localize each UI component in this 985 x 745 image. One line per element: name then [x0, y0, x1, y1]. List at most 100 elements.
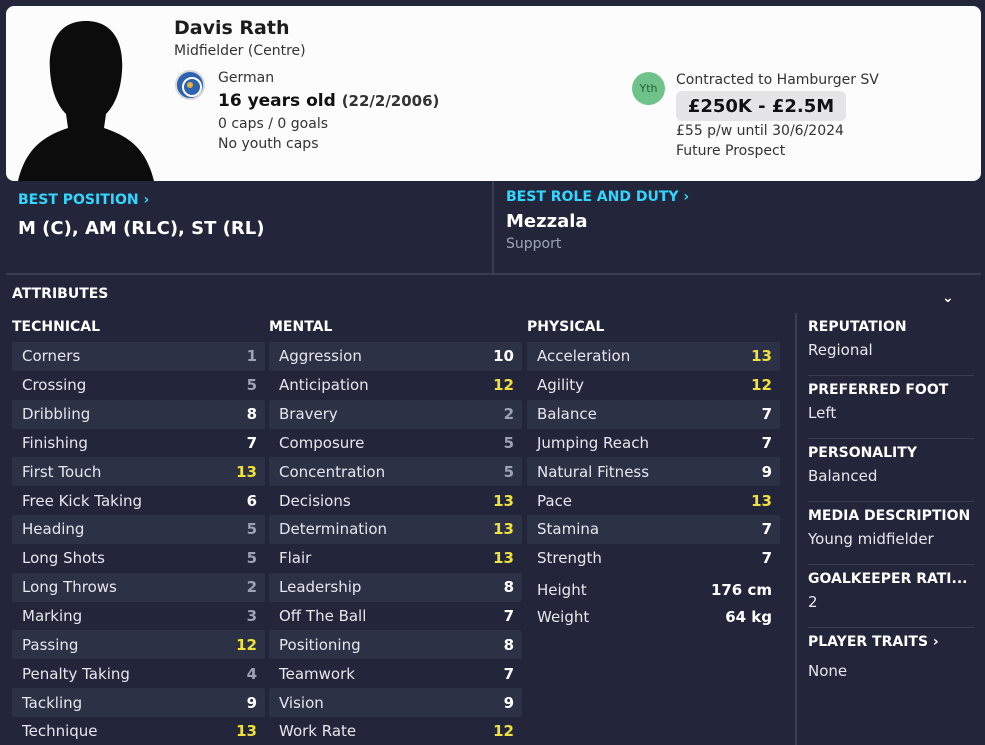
player-name: Davis Rath: [174, 17, 290, 39]
attribute-row[interactable]: Aggression 10: [269, 342, 522, 371]
weight-row: Weight 64 kg: [527, 603, 780, 630]
attribute-row[interactable]: Passing 12: [12, 630, 265, 660]
player-youth-caps: No youth caps: [218, 136, 319, 152]
attribute-name: Aggression: [279, 347, 362, 366]
attribute-row[interactable]: Vision 9: [269, 688, 522, 717]
attribute-row[interactable]: Jumping Reach 7: [527, 429, 780, 458]
attribute-value: 2: [503, 405, 514, 424]
attribute-row[interactable]: Pace 13: [527, 486, 780, 515]
attribute-value: 9: [761, 462, 772, 481]
attribute-row[interactable]: Tackling 9: [12, 688, 265, 717]
info-heading-text: PLAYER TRAITS: [808, 634, 929, 650]
info-heading-text: MEDIA DESCRIPTION: [808, 508, 971, 524]
attribute-value: 7: [503, 664, 514, 683]
attribute-row[interactable]: First Touch 13: [12, 457, 265, 487]
info-heading[interactable]: PLAYER TRAITS ›: [808, 634, 974, 650]
attribute-value: 7: [246, 433, 257, 452]
attribute-name: Composure: [279, 433, 365, 452]
attribute-row[interactable]: Anticipation 12: [269, 371, 522, 400]
attribute-row[interactable]: Technique 13: [12, 717, 265, 745]
attribute-row[interactable]: Agility 12: [527, 371, 780, 400]
attribute-row[interactable]: Acceleration 13: [527, 342, 780, 371]
attribute-row[interactable]: Balance 7: [527, 399, 780, 429]
attribute-row[interactable]: Heading 5: [12, 515, 265, 544]
attribute-row[interactable]: Work Rate 12: [269, 717, 522, 745]
attribute-row[interactable]: Natural Fitness 9: [527, 457, 780, 487]
attribute-row[interactable]: Finishing 7: [12, 429, 265, 458]
info-item: MEDIA DESCRIPTION Young midfielder: [808, 502, 974, 565]
best-role-label: BEST ROLE AND DUTY: [506, 189, 679, 205]
contract-wage: £55 p/w until 30/6/2024: [676, 123, 844, 139]
chevron-down-icon[interactable]: ⌄: [942, 290, 954, 306]
attribute-name: Tackling: [22, 693, 83, 712]
attribute-row[interactable]: Teamwork 7: [269, 659, 522, 688]
attribute-row[interactable]: Penalty Taking 4: [12, 659, 265, 688]
attribute-name: Agility: [537, 376, 585, 395]
attribute-name: Natural Fitness: [537, 462, 650, 481]
attribute-row[interactable]: Bravery 2: [269, 399, 522, 429]
player-position: Midfielder (Centre): [174, 43, 306, 59]
attribute-row[interactable]: Positioning 8: [269, 630, 522, 660]
player-age: 16 years old (22/2/2006): [218, 91, 439, 111]
attribute-value: 7: [761, 405, 772, 424]
attribute-row[interactable]: Long Shots 5: [12, 544, 265, 573]
info-item: PLAYER TRAITS › None: [808, 628, 974, 691]
attribute-name: Decisions: [279, 491, 351, 510]
height-row: Height 176 cm: [527, 576, 780, 603]
attribute-row[interactable]: Long Throws 2: [12, 572, 265, 602]
attribute-value: 13: [493, 549, 514, 568]
attribute-name: First Touch: [22, 462, 102, 481]
attribute-value: 13: [493, 491, 514, 510]
best-role-link[interactable]: BEST ROLE AND DUTY ›: [506, 189, 689, 205]
attribute-name: Finishing: [22, 433, 88, 452]
nation-badge-icon[interactable]: [175, 70, 205, 100]
contract-club[interactable]: Contracted to Hamburger SV: [676, 72, 879, 88]
attribute-row[interactable]: Marking 3: [12, 602, 265, 631]
attribute-name: Anticipation: [279, 376, 369, 395]
attribute-value: 7: [761, 549, 772, 568]
attribute-name: Penalty Taking: [22, 664, 130, 683]
attribute-row[interactable]: Strength 7: [527, 544, 780, 573]
attribute-name: Work Rate: [279, 722, 357, 741]
divider: [492, 181, 494, 273]
attribute-row[interactable]: Concentration 5: [269, 457, 522, 487]
attribute-value: 5: [246, 376, 257, 395]
attribute-row[interactable]: Off The Ball 7: [269, 602, 522, 631]
attribute-row[interactable]: Dribbling 8: [12, 399, 265, 429]
attribute-row[interactable]: Leadership 8: [269, 572, 522, 602]
attribute-value: 13: [236, 722, 257, 741]
attribute-row[interactable]: Flair 13: [269, 544, 522, 573]
attribute-value: 12: [493, 376, 514, 395]
attribute-name: Stamina: [537, 520, 600, 539]
attribute-row[interactable]: Composure 5: [269, 429, 522, 458]
attribute-name: Technique: [22, 722, 98, 741]
attribute-value: 2: [246, 578, 257, 597]
best-position-link[interactable]: BEST POSITION ›: [18, 192, 149, 208]
attribute-row[interactable]: Stamina 7: [527, 515, 780, 544]
info-heading-text: PERSONALITY: [808, 445, 917, 461]
attribute-name: Crossing: [22, 376, 87, 395]
info-heading: REPUTATION: [808, 319, 974, 335]
attribute-row[interactable]: Free Kick Taking 6: [12, 486, 265, 515]
attribute-value: 9: [246, 693, 257, 712]
attribute-value: 7: [761, 433, 772, 452]
attribute-name: Concentration: [279, 462, 386, 481]
attribute-name: Positioning: [279, 635, 361, 654]
attribute-value: 8: [503, 635, 514, 654]
attribute-name: Teamwork: [279, 664, 355, 683]
attribute-value: 8: [246, 405, 257, 424]
player-nationality[interactable]: German: [218, 70, 274, 86]
info-item: REPUTATION Regional: [808, 313, 974, 376]
attribute-name: Corners: [22, 347, 81, 366]
attribute-name: Off The Ball: [279, 607, 367, 626]
player-silhouette-icon: [18, 21, 154, 181]
attribute-row[interactable]: Decisions 13: [269, 486, 522, 515]
attribute-row[interactable]: Corners 1: [12, 342, 265, 371]
attribute-row[interactable]: Determination 13: [269, 515, 522, 544]
youth-contract-badge: Yth: [632, 72, 665, 105]
attribute-row[interactable]: Crossing 5: [12, 371, 265, 400]
attribute-name: Marking: [22, 607, 83, 626]
transfer-value[interactable]: £250K - £2.5M: [676, 91, 846, 121]
attribute-value: 13: [236, 462, 257, 481]
mental-attributes: Aggression 10 Anticipation 12 Bravery 2 Compos…: [269, 342, 522, 745]
